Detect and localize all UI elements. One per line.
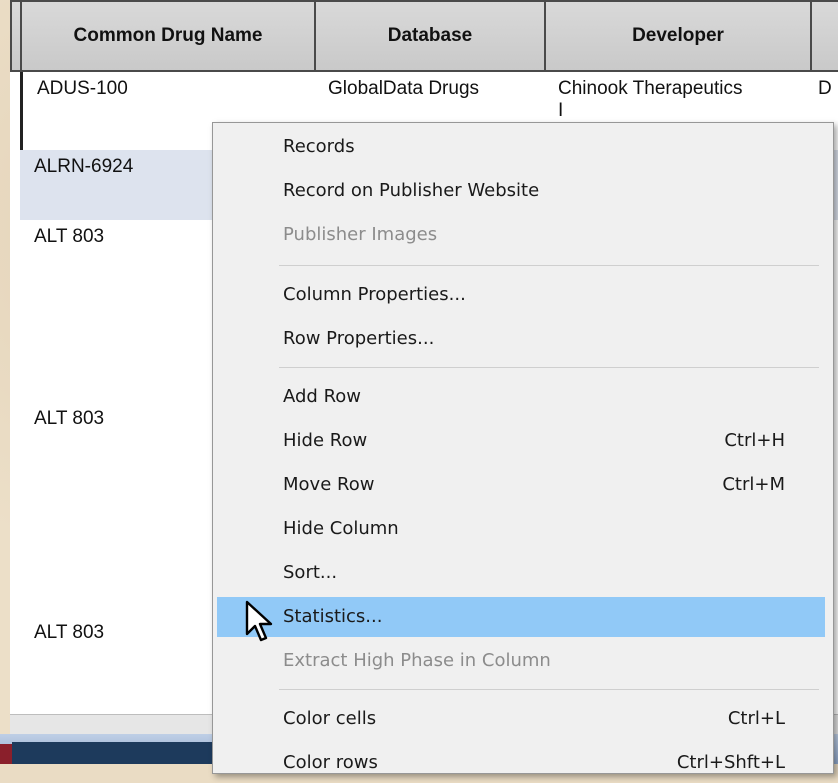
column-header-partial[interactable]	[810, 0, 838, 72]
menu-item-label: Publisher Images	[283, 224, 438, 245]
menu-item-sort[interactable]: Sort...	[217, 553, 825, 593]
developer-text: Chinook Therapeutics	[558, 78, 743, 99]
menu-item-column-properties[interactable]: Column Properties...	[217, 275, 825, 315]
menu-item-statistics[interactable]: Statistics...	[217, 597, 825, 637]
menu-item-label: Records	[283, 136, 355, 157]
menu-item-shortcut: Ctrl+H	[724, 430, 785, 451]
menu-separator	[279, 265, 819, 266]
menu-item-move-row[interactable]: Move Row Ctrl+M	[217, 465, 825, 505]
menu-item-label: Sort...	[283, 562, 338, 583]
menu-item-label: Extract High Phase in Column	[283, 650, 551, 671]
menu-item-shortcut: Ctrl+Shft+L	[676, 752, 785, 773]
column-header-developer[interactable]: Developer	[544, 0, 812, 72]
menu-item-record-on-publisher-website[interactable]: Record on Publisher Website	[217, 171, 825, 211]
column-header-database[interactable]: Database	[314, 0, 546, 72]
menu-item-hide-row[interactable]: Hide Row Ctrl+H	[217, 421, 825, 461]
context-menu: Records Record on Publisher Website Publ…	[212, 122, 834, 774]
menu-separator	[279, 689, 819, 690]
mouse-pointer-icon	[245, 600, 273, 642]
menu-item-label: Move Row	[283, 474, 375, 495]
menu-item-records[interactable]: Records	[217, 127, 825, 167]
menu-item-row-properties[interactable]: Row Properties...	[217, 319, 825, 359]
menu-item-label: Record on Publisher Website	[283, 180, 540, 201]
menu-item-color-cells[interactable]: Color cells Ctrl+L	[217, 699, 825, 739]
menu-item-label: Column Properties...	[283, 284, 466, 305]
developer-overflow-text: I	[558, 100, 564, 121]
menu-item-label: Color cells	[283, 708, 377, 729]
menu-item-label: Add Row	[283, 386, 362, 407]
menu-item-label: Color rows	[283, 752, 378, 773]
menu-item-label: Hide Column	[283, 518, 399, 539]
menu-separator	[279, 367, 819, 368]
menu-item-label: Row Properties...	[283, 328, 435, 349]
menu-item-label: Statistics...	[283, 606, 383, 627]
column-header-common-drug-name[interactable]: Common Drug Name	[20, 0, 316, 72]
menu-item-shortcut: Ctrl+L	[727, 708, 785, 729]
menu-item-hide-column[interactable]: Hide Column	[217, 509, 825, 549]
menu-item-label: Hide Row	[283, 430, 368, 451]
menu-item-publisher-images: Publisher Images	[217, 215, 825, 255]
menu-item-extract-high-phase: Extract High Phase in Column	[217, 641, 825, 681]
taskbar-button[interactable]	[12, 742, 212, 764]
menu-item-add-row[interactable]: Add Row	[217, 377, 825, 417]
menu-item-color-rows[interactable]: Color rows Ctrl+Shft+L	[217, 743, 825, 783]
taskbar-accent	[0, 744, 12, 764]
menu-item-shortcut: Ctrl+M	[722, 474, 785, 495]
